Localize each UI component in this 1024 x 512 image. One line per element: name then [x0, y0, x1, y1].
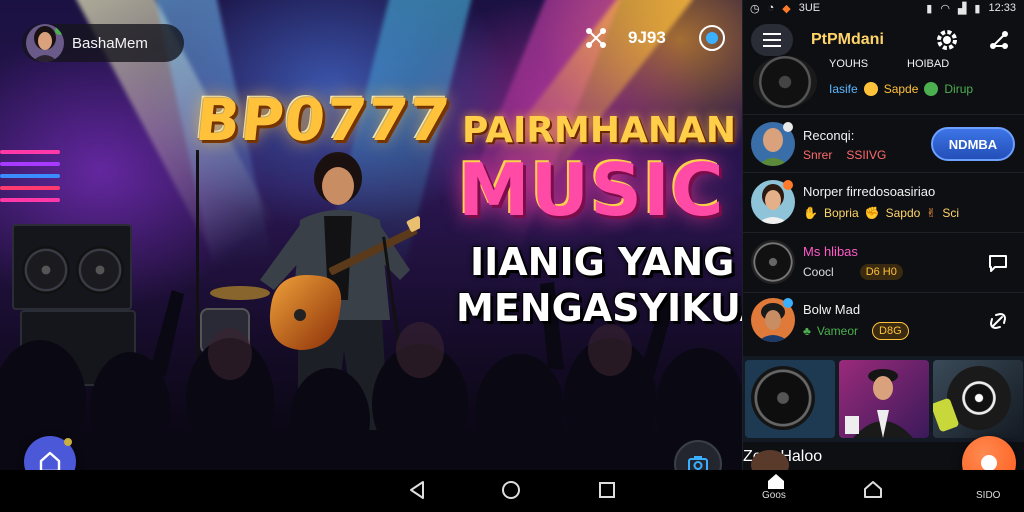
neon-stripe	[0, 198, 60, 202]
panel-header: PtPMdani	[751, 22, 1019, 58]
neon-stripe	[0, 162, 60, 166]
home-icon	[39, 451, 61, 470]
list-item-title: Norper firredosoasiriao	[803, 184, 936, 199]
list-item-title: Reconqi:	[803, 128, 855, 143]
list-item[interactable]: Ms hlibas Coocl D6 H0	[743, 236, 1024, 292]
record-icon[interactable]	[698, 24, 726, 52]
tag-label: Sci	[942, 206, 960, 220]
home-circle-icon[interactable]	[500, 479, 522, 501]
share-icon[interactable]	[987, 28, 1011, 52]
list-item-meta: Snrer	[803, 148, 833, 162]
navigation-bar	[0, 470, 1024, 512]
nav-tab-label: Goos	[762, 490, 786, 501]
menu-button[interactable]	[751, 24, 793, 56]
smile-icon	[863, 82, 878, 96]
banner-tagline-2: MENGASYIKUAN	[456, 286, 742, 330]
hamburger-icon	[763, 33, 781, 47]
nav-tab-label: SIDO	[976, 490, 1001, 501]
tag-label: Iasife	[829, 82, 858, 96]
media-tiles	[743, 356, 1024, 442]
alarm-icon: ◷	[750, 2, 760, 15]
media-tile-vinyl[interactable]	[933, 360, 1023, 438]
tag-label: Sapde	[883, 82, 919, 96]
vibrate-icon: ▮	[926, 2, 933, 15]
notification-badge	[783, 180, 793, 190]
list-item-meta: Vameor	[816, 324, 859, 338]
list-item-title-right: HOIBAD	[907, 58, 950, 70]
battery-icon: ▮	[974, 2, 981, 15]
list-item-meta: Coocl	[803, 265, 834, 279]
hand-icon: ✋	[803, 206, 818, 220]
leaf-icon	[924, 82, 939, 96]
online-badge	[783, 298, 793, 308]
back-icon[interactable]	[406, 479, 428, 501]
list-item[interactable]: YOUHS HOIBAD Iasife Sapde Dirup	[743, 56, 1024, 112]
list-item[interactable]: Norper firredosoasiriao ✋ Bopria ✊ Sapdo…	[743, 176, 1024, 232]
list-item-meta: SSIIVG	[846, 148, 887, 162]
list-item-title: Ms hlibas	[803, 244, 858, 259]
gear-icon[interactable]	[935, 28, 959, 52]
media-tile-performer[interactable]	[839, 360, 929, 438]
neon-stripe	[0, 150, 60, 154]
speaker-thumbnail	[753, 56, 817, 108]
list-item-title: Bolw Mad	[803, 302, 861, 317]
tag-label: Bopria	[823, 206, 859, 220]
thumb-icon: ✌	[926, 206, 937, 220]
banner-subtitle: PAIRMHANAN	[462, 110, 736, 151]
recents-icon[interactable]	[596, 479, 618, 501]
notification-dot	[64, 438, 72, 446]
banner-title: MUSIC	[458, 148, 725, 232]
home-tab-icon[interactable]	[766, 472, 786, 490]
neon-stripe	[0, 186, 60, 190]
speaker-thumbnail	[751, 240, 795, 284]
brand-logo-text: BP0777	[192, 86, 454, 154]
chat-icon[interactable]	[987, 252, 1009, 274]
online-badge	[783, 122, 793, 132]
score-badge: D6 H0	[859, 264, 903, 280]
link-icon[interactable]	[987, 310, 1009, 332]
avatar[interactable]	[26, 24, 64, 62]
game-icon: ◆	[782, 2, 791, 15]
camera-icon	[688, 456, 708, 470]
list-item-title: YOUHS	[829, 58, 869, 70]
list-item[interactable]: Bolw Mad ♣ Vameor D8G	[743, 296, 1024, 352]
neon-stripe	[0, 174, 60, 178]
user-profile-chip[interactable]: BashaMem	[22, 24, 184, 62]
score-badge: D8G	[872, 322, 909, 340]
house-outline-icon[interactable]	[862, 478, 884, 500]
user-name: BashaMem	[72, 34, 148, 52]
wifi-icon: ◠	[940, 2, 950, 15]
paw-icon: ✊	[864, 206, 880, 220]
status-bar: ◷ ◔ ◆ 3UE ▮ ◠ ▟ ▮ 12:33	[742, 0, 1024, 16]
clock-time: 12:33	[988, 2, 1016, 14]
join-button[interactable]: NDMBA	[931, 127, 1015, 161]
status-text: 3UE	[798, 2, 821, 14]
media-tile-speaker[interactable]	[745, 360, 835, 438]
share-nodes-icon[interactable]	[584, 26, 608, 50]
viewer-count: 9J93	[628, 28, 666, 47]
sync-icon: ◔	[767, 2, 775, 14]
signal-icon: ▟	[957, 2, 967, 15]
tag-label: Dirup	[944, 82, 974, 96]
online-badge	[55, 26, 64, 35]
concert-banner: BP0777 PAIRMHANAN MUSIC IIANIG YANG MENG…	[0, 0, 742, 470]
clover-icon: ♣	[803, 324, 811, 338]
panel-title: PtPMdani	[811, 31, 884, 48]
side-panel: PtPMdani YOUHS HOIBAD Iasife Sapde Dirup…	[742, 0, 1024, 470]
tag-label: Sapdo	[885, 206, 921, 220]
banner-tagline-1: IIANIG YANG	[470, 240, 735, 284]
